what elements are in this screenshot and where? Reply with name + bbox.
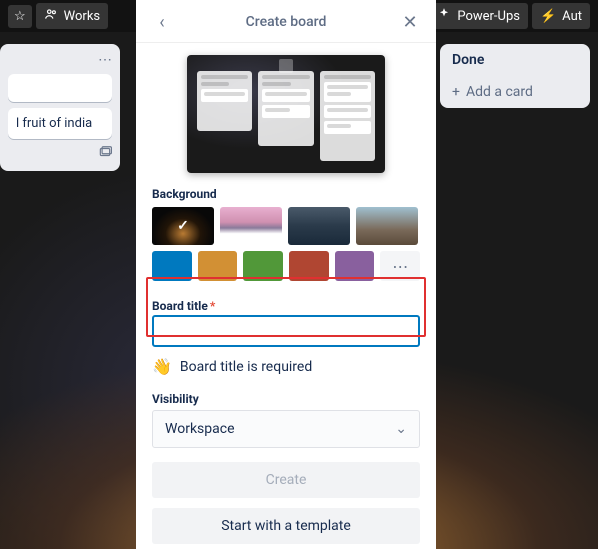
- visibility-label: Visibility: [152, 392, 420, 406]
- people-icon: [44, 7, 58, 25]
- plus-icon: +: [452, 84, 460, 100]
- list-menu-button[interactable]: ⋯: [8, 52, 112, 68]
- start-with-template-button[interactable]: Start with a template: [152, 508, 420, 544]
- visibility-value: Workspace: [165, 421, 235, 437]
- background-label: Background: [152, 187, 420, 201]
- background-color-option[interactable]: [243, 251, 283, 281]
- background-color-option[interactable]: [289, 251, 329, 281]
- done-column: Done + Add a card: [440, 44, 590, 108]
- card-template-icon[interactable]: [8, 145, 112, 163]
- list-card: ⋯ l fruit of india: [0, 44, 120, 171]
- workspace-button[interactable]: Works: [36, 3, 108, 29]
- create-board-modal: ‹ Create board ✕ Backgr: [136, 0, 436, 549]
- board-title-hint: 👋 Board title is required: [152, 357, 420, 376]
- background-color-option[interactable]: [335, 251, 375, 281]
- chevron-down-icon: ⌄: [395, 421, 407, 437]
- back-button[interactable]: ‹: [150, 10, 174, 34]
- modal-title: Create board: [174, 14, 398, 30]
- board-preview: [187, 55, 385, 173]
- star-icon: ☆: [14, 9, 26, 24]
- required-asterisk: *: [210, 299, 215, 313]
- modal-body: Background ⋯ Board title* 👋 Board title …: [136, 43, 436, 549]
- column-title[interactable]: Done: [440, 44, 590, 76]
- automation-label: Aut: [562, 9, 582, 24]
- rocket-icon: [437, 7, 451, 25]
- background-image-option[interactable]: [356, 207, 418, 245]
- list-item[interactable]: l fruit of india: [8, 108, 112, 139]
- board-title-label: Board title*: [152, 299, 420, 313]
- list-item[interactable]: [8, 74, 112, 102]
- background-colors-row: ⋯: [152, 251, 420, 281]
- close-button[interactable]: ✕: [398, 10, 422, 34]
- list-item-text: l fruit of india: [16, 116, 92, 131]
- board-title-input[interactable]: [152, 315, 420, 347]
- background-image-option[interactable]: [288, 207, 350, 245]
- board-title-field: Board title*: [152, 299, 420, 347]
- close-icon: ✕: [402, 12, 417, 33]
- background-images-row: [152, 207, 420, 245]
- powerups-label: Power-Ups: [457, 9, 520, 24]
- powerups-button[interactable]: Power-Ups: [429, 3, 528, 29]
- bolt-icon: ⚡: [540, 9, 556, 24]
- chevron-left-icon: ‹: [159, 12, 164, 33]
- wave-icon: 👋: [152, 357, 172, 376]
- background-image-option[interactable]: [152, 207, 214, 245]
- automation-button[interactable]: ⚡ Aut: [532, 3, 590, 29]
- background-color-option[interactable]: [198, 251, 238, 281]
- trello-icon: [279, 59, 293, 73]
- star-button[interactable]: ☆: [8, 5, 32, 28]
- add-card-button[interactable]: + Add a card: [440, 76, 590, 108]
- modal-header: ‹ Create board ✕: [136, 0, 436, 43]
- add-card-label: Add a card: [466, 84, 533, 100]
- background-color-option[interactable]: [152, 251, 192, 281]
- more-backgrounds-button[interactable]: ⋯: [380, 251, 420, 281]
- background-image-option[interactable]: [220, 207, 282, 245]
- visibility-field: Visibility Workspace ⌄: [152, 392, 420, 448]
- workspace-label: Works: [64, 9, 100, 24]
- hint-text: Board title is required: [180, 359, 312, 375]
- visibility-select[interactable]: Workspace ⌄: [152, 410, 420, 448]
- create-button[interactable]: Create: [152, 462, 420, 498]
